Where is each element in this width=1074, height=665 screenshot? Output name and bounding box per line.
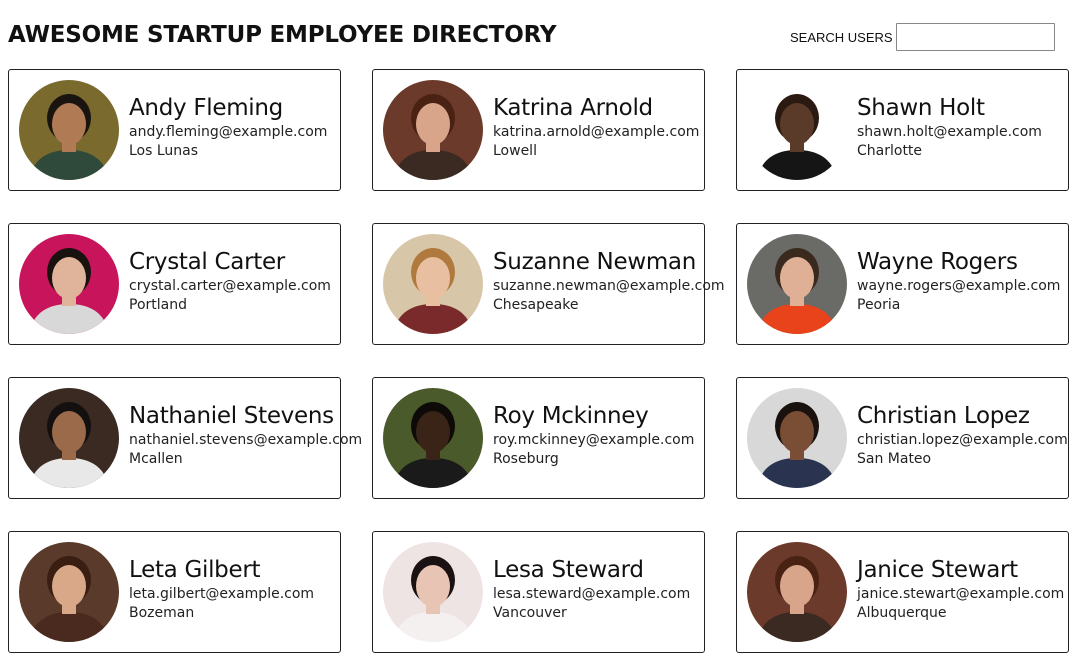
avatar-image xyxy=(747,234,847,334)
employee-email: janice.stewart@example.com xyxy=(857,586,1065,602)
avatar xyxy=(747,542,847,642)
employee-info: Shawn Holt shawn.holt@example.com Charlo… xyxy=(857,93,1042,161)
employee-info: Katrina Arnold katrina.arnold@example.co… xyxy=(493,93,699,161)
employee-email: lesa.steward@example.com xyxy=(493,586,691,602)
employee-card[interactable]: Nathaniel Stevens nathaniel.stevens@exam… xyxy=(8,377,362,499)
employee-name: Shawn Holt xyxy=(857,95,985,121)
employee-city: Los Lunas xyxy=(129,143,199,159)
avatar xyxy=(19,234,119,334)
avatar xyxy=(383,234,483,334)
employee-card[interactable]: Roy Mckinney roy.mckinney@example.com Ro… xyxy=(372,377,705,499)
employee-info: Roy Mckinney roy.mckinney@example.com Ro… xyxy=(493,401,694,469)
avatar xyxy=(19,388,119,488)
employee-card[interactable]: Leta Gilbert leta.gilbert@example.com Bo… xyxy=(8,531,341,653)
avatar xyxy=(383,80,483,180)
employee-email: suzanne.newman@example.com xyxy=(493,278,725,294)
avatar xyxy=(19,542,119,642)
avatar xyxy=(19,80,119,180)
employee-email: katrina.arnold@example.com xyxy=(493,124,700,140)
employee-info: Leta Gilbert leta.gilbert@example.com Bo… xyxy=(129,555,314,623)
avatar-image xyxy=(383,80,483,180)
employee-name: Lesa Steward xyxy=(493,557,644,583)
avatar-image xyxy=(19,542,119,642)
avatar-image xyxy=(19,234,119,334)
avatar-image xyxy=(19,80,119,180)
employee-email: andy.fleming@example.com xyxy=(129,124,328,140)
search-label: SEARCH USERS xyxy=(790,29,893,45)
employee-city: Peoria xyxy=(857,297,901,313)
employee-info: Lesa Steward lesa.steward@example.com Va… xyxy=(493,555,690,623)
employee-card[interactable]: Christian Lopez christian.lopez@example.… xyxy=(736,377,1069,499)
employee-info: Janice Stewart janice.stewart@example.co… xyxy=(857,555,1064,623)
employee-city: Roseburg xyxy=(493,451,559,467)
employee-name: Nathaniel Stevens xyxy=(129,403,334,429)
employee-name: Leta Gilbert xyxy=(129,557,261,583)
employee-info: Wayne Rogers wayne.rogers@example.com Pe… xyxy=(857,247,1060,315)
search-container: SEARCH USERS xyxy=(790,22,1055,52)
avatar-image xyxy=(747,388,847,488)
avatar xyxy=(747,388,847,488)
employee-card[interactable]: Crystal Carter crystal.carter@example.co… xyxy=(8,223,341,345)
employee-card[interactable]: Shawn Holt shawn.holt@example.com Charlo… xyxy=(736,69,1069,191)
employee-grid: Andy Fleming andy.fleming@example.com Lo… xyxy=(8,69,1069,653)
employee-card[interactable]: Katrina Arnold katrina.arnold@example.co… xyxy=(372,69,705,191)
employee-card[interactable]: Lesa Steward lesa.steward@example.com Va… xyxy=(372,531,705,653)
employee-city: Vancouver xyxy=(493,605,567,621)
employee-card[interactable]: Suzanne Newman suzanne.newman@example.co… xyxy=(372,223,725,345)
avatar xyxy=(747,234,847,334)
employee-name: Suzanne Newman xyxy=(493,249,697,275)
employee-city: Portland xyxy=(129,297,187,313)
employee-name: Janice Stewart xyxy=(857,557,1018,583)
employee-email: nathaniel.stevens@example.com xyxy=(129,432,363,448)
search-input[interactable] xyxy=(895,23,1055,51)
avatar xyxy=(383,542,483,642)
avatar-image xyxy=(747,542,847,642)
employee-email: roy.mckinney@example.com xyxy=(493,432,695,448)
employee-name: Crystal Carter xyxy=(129,249,285,275)
avatar-image xyxy=(383,234,483,334)
page-title: AWESOME STARTUP EMPLOYEE DIRECTORY xyxy=(8,22,557,48)
employee-city: Bozeman xyxy=(129,605,195,621)
employee-info: Nathaniel Stevens nathaniel.stevens@exam… xyxy=(129,401,362,469)
avatar-image xyxy=(383,388,483,488)
employee-info: Suzanne Newman suzanne.newman@example.co… xyxy=(493,247,725,315)
employee-city: Chesapeake xyxy=(493,297,579,313)
employee-email: wayne.rogers@example.com xyxy=(857,278,1061,294)
employee-info: Christian Lopez christian.lopez@example.… xyxy=(857,401,1068,469)
employee-city: Albuquerque xyxy=(857,605,947,621)
avatar xyxy=(747,80,847,180)
employee-email: christian.lopez@example.com xyxy=(857,432,1068,448)
employee-card[interactable]: Andy Fleming andy.fleming@example.com Lo… xyxy=(8,69,341,191)
avatar-image xyxy=(383,542,483,642)
employee-email: crystal.carter@example.com xyxy=(129,278,331,294)
employee-city: San Mateo xyxy=(857,451,932,467)
employee-name: Katrina Arnold xyxy=(493,95,653,121)
employee-email: shawn.holt@example.com xyxy=(857,124,1042,140)
employee-card[interactable]: Wayne Rogers wayne.rogers@example.com Pe… xyxy=(736,223,1069,345)
avatar-image xyxy=(19,388,119,488)
employee-name: Christian Lopez xyxy=(857,403,1030,429)
employee-info: Crystal Carter crystal.carter@example.co… xyxy=(129,247,331,315)
employee-email: leta.gilbert@example.com xyxy=(129,586,315,602)
employee-name: Roy Mckinney xyxy=(493,403,649,429)
employee-name: Andy Fleming xyxy=(129,95,283,121)
avatar-image xyxy=(747,80,847,180)
employee-city: Mcallen xyxy=(129,451,183,467)
employee-city: Lowell xyxy=(493,143,537,159)
avatar xyxy=(383,388,483,488)
employee-card[interactable]: Janice Stewart janice.stewart@example.co… xyxy=(736,531,1069,653)
employee-city: Charlotte xyxy=(857,143,923,159)
page-header: AWESOME STARTUP EMPLOYEE DIRECTORY SEARC… xyxy=(0,0,1074,60)
employee-info: Andy Fleming andy.fleming@example.com Lo… xyxy=(129,93,327,161)
employee-name: Wayne Rogers xyxy=(857,249,1018,275)
